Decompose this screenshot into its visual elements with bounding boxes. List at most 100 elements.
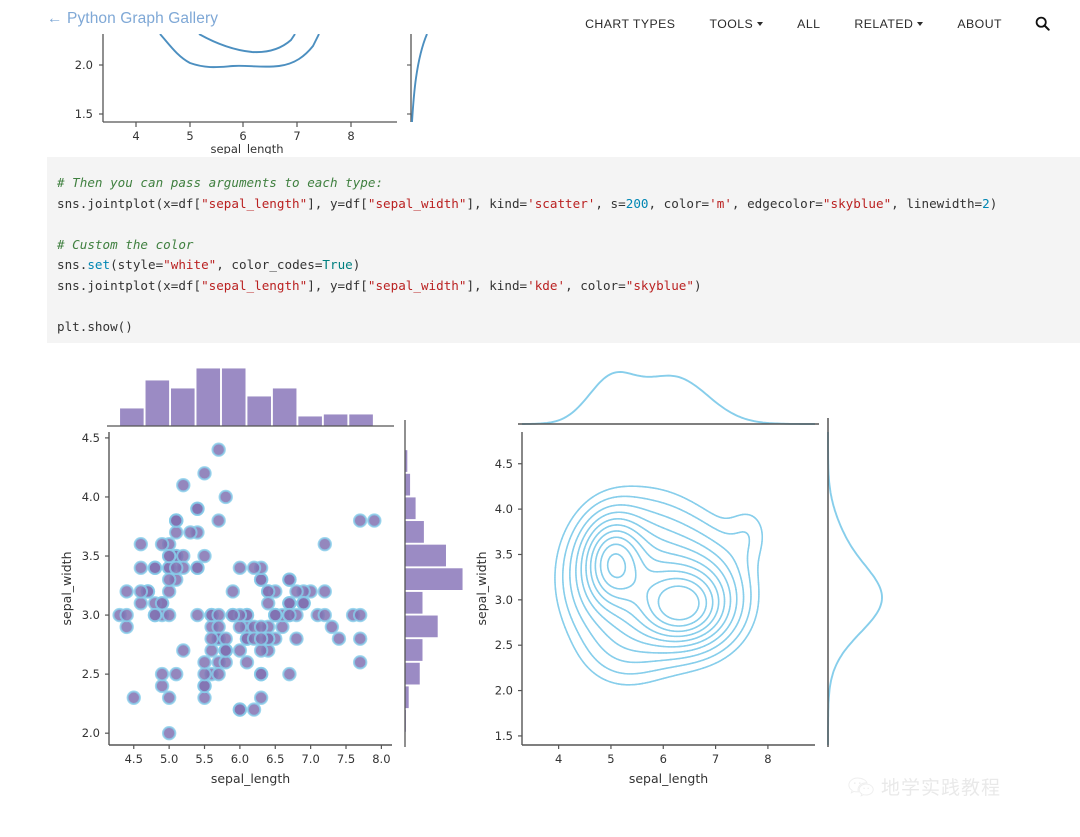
- x-tick-label: 7.0: [301, 752, 319, 766]
- scatter-point: [246, 702, 262, 717]
- scatter-jointplot-svg: 2.0 2.5 3.0 3.5 4.0 4.5 sepal_width 4.5 5.0 5.5 6.…: [59, 367, 464, 786]
- contour-segment: [693, 567, 697, 570]
- contour-segment: [648, 531, 651, 534]
- scatter-point: [218, 655, 233, 670]
- contour-segment: [599, 663, 603, 666]
- contour-segment: [688, 588, 692, 591]
- x-tick-label: 7.5: [337, 752, 355, 766]
- contour-segment: [651, 511, 655, 514]
- top-cropped-chart-svg: 2.0 1.5 4 5 6 7 8 sepal_length: [75, 34, 428, 154]
- nav-chart-types[interactable]: CHART TYPES: [568, 17, 692, 31]
- scatter-point: [197, 466, 212, 481]
- contour-segment: [604, 650, 608, 654]
- contour-segment: [628, 624, 632, 627]
- contour-segment: [612, 656, 616, 659]
- histogram-bar: [271, 387, 298, 427]
- code-token: (style=: [110, 257, 164, 272]
- code-line: sns.jointplot(x=df["sepal_length"], y=df…: [57, 194, 1080, 215]
- code-content: # Then you can pass arguments to each ty…: [57, 173, 1080, 337]
- contour-segment: [685, 536, 689, 539]
- scatter-point: [197, 655, 212, 670]
- contour-segment: [588, 668, 592, 671]
- contour-segment: [661, 620, 664, 623]
- contour-segment: [641, 517, 645, 520]
- scatter-point: [204, 631, 219, 646]
- contour-segment: [612, 625, 616, 628]
- contour-segment: [635, 550, 638, 553]
- kde-jointplot-svg: 1.5 2.0 2.5 3.0 3.5 4.0 4.5 sepal_width 4 5 6 7 8 sep…: [474, 371, 883, 786]
- scatter-point: [260, 596, 276, 611]
- code-token: set: [87, 257, 111, 272]
- scatter-point: [190, 501, 205, 516]
- contour-segment: [594, 598, 598, 601]
- contour-segment: [582, 640, 585, 644]
- contour-segment: [644, 625, 648, 628]
- code-token: True: [322, 257, 353, 272]
- contour-segment: [635, 539, 638, 543]
- x-tick-label: 5: [607, 752, 614, 766]
- contour-segment: [749, 514, 753, 517]
- marginal-kde-curve: [411, 34, 428, 123]
- nav-about[interactable]: ABOUT: [940, 17, 1019, 31]
- contour-segment: [725, 549, 729, 553]
- scatter-point: [147, 607, 163, 623]
- x-tick-label: 6: [660, 752, 667, 766]
- scatter-point: [176, 477, 191, 493]
- search-button[interactable]: [1019, 16, 1054, 31]
- scatter-point: [211, 666, 226, 682]
- contour-segment: [698, 577, 701, 580]
- x-axis-ticks: 4 5 6 7 8: [555, 745, 772, 766]
- code-line: # Custom the color: [57, 235, 1080, 256]
- scatter-point: [367, 513, 382, 528]
- x-tick-label: 5.5: [195, 752, 213, 766]
- histogram-bar: [404, 614, 439, 639]
- contour-segment: [677, 507, 680, 510]
- scatter-point: [289, 584, 304, 599]
- brand-link[interactable]: ← Python Graph Gallery: [47, 10, 218, 28]
- contour-segment: [603, 617, 606, 620]
- code-token: sns.: [57, 257, 88, 272]
- contour-segment: [648, 569, 652, 572]
- scatter-point: [232, 560, 248, 576]
- contour-inner: [198, 34, 296, 54]
- contour-segment: [712, 540, 716, 543]
- scatter-point: [253, 690, 269, 705]
- y-tick-label: 4.5: [495, 457, 513, 471]
- contour-segment: [704, 508, 708, 512]
- y-tick-label: 4.0: [82, 490, 100, 504]
- contour-segment: [686, 498, 691, 502]
- code-token: "skyblue": [822, 195, 892, 211]
- nav-related[interactable]: RELATED: [837, 17, 940, 31]
- contour-segment: [714, 527, 718, 531]
- contour-segment: [625, 548, 628, 551]
- code-token: ): [989, 195, 998, 211]
- contour-segment: [593, 620, 596, 623]
- contour-segment: [588, 630, 591, 633]
- contour-segment: [665, 516, 670, 519]
- y-tick-label: 3.0: [82, 608, 100, 622]
- code-token: ], kind=: [466, 195, 528, 211]
- chevron-down-icon: [917, 21, 924, 26]
- code-token: "sepal_length": [201, 195, 308, 211]
- y-axis-ticks: 1.5 2.0 2.5 3.0 3.5 4.0 4.5: [495, 457, 522, 743]
- scatter-point: [161, 690, 177, 705]
- x-tick-label: 4.5: [125, 752, 143, 766]
- contour-segment: [717, 543, 721, 546]
- scatter-point: [169, 666, 184, 682]
- scatter-point: [211, 513, 226, 528]
- nav-all[interactable]: ALL: [780, 17, 837, 31]
- histogram-bar: [144, 379, 171, 427]
- scatter-point: [282, 596, 297, 611]
- contour-segment: [601, 596, 605, 599]
- contour-segment: [585, 625, 588, 628]
- scatter-point: [324, 619, 340, 635]
- scatter-point: [289, 631, 304, 646]
- code-token: ], y=df[: [307, 277, 368, 293]
- watermark-text: 地学实践教程: [881, 777, 1002, 799]
- contour-segment: [706, 575, 709, 579]
- y-tick-label: 2.0: [75, 58, 93, 72]
- contour-segment: [606, 582, 610, 586]
- contour-segment: [630, 625, 634, 628]
- nav-tools[interactable]: TOOLS: [692, 17, 780, 31]
